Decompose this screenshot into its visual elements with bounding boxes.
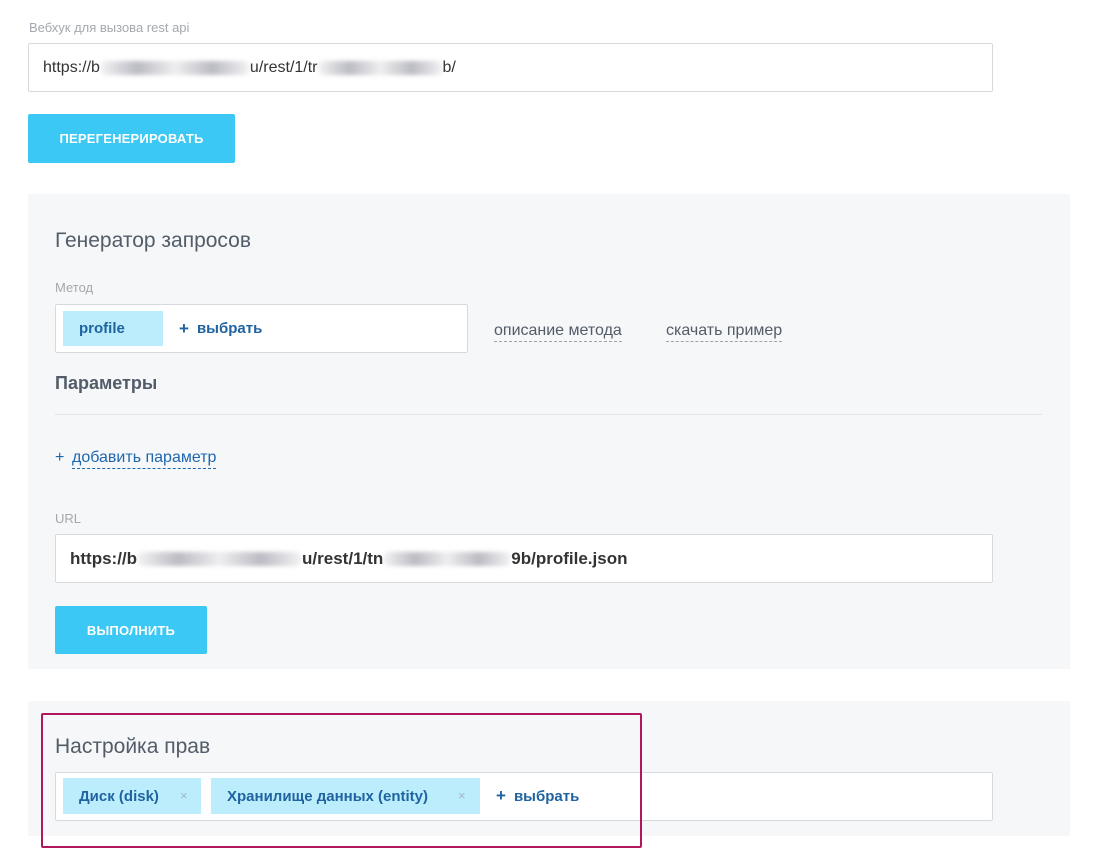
redacted-blur	[383, 551, 512, 566]
webhook-url-suffix: b/	[442, 58, 456, 76]
method-description-link[interactable]: описание метода	[494, 321, 622, 342]
method-tag-label: profile	[79, 320, 125, 337]
regenerate-button[interactable]: ПЕРЕГЕНЕРИРОВАТЬ	[28, 114, 235, 163]
request-url-mid: u/rest/1/tn	[302, 548, 384, 568]
method-pick-button[interactable]: + выбрать	[179, 311, 262, 346]
request-url-suffix: 9b/profile.json	[511, 548, 628, 568]
method-tag[interactable]: profile	[63, 311, 163, 346]
redacted-blur	[137, 551, 303, 566]
add-param-link[interactable]: добавить параметр	[72, 448, 217, 469]
add-param-plus-icon: +	[55, 449, 65, 466]
divider	[55, 414, 1042, 415]
webhook-url-prefix: https://b	[43, 58, 100, 76]
request-url-field[interactable]: https://b u/rest/1/tn 9b/profile.json	[55, 534, 993, 583]
download-example-link[interactable]: скачать пример	[666, 321, 783, 342]
generator-title: Генератор запросов	[55, 229, 252, 252]
webhook-url-mid: u/rest/1/tr	[249, 58, 318, 76]
webhook-url-field[interactable]: https://b u/rest/1/tr b/	[28, 43, 993, 92]
method-field[interactable]: profile + выбрать	[55, 304, 468, 353]
request-generator-panel	[28, 194, 1070, 669]
request-url-prefix: https://b	[70, 548, 138, 568]
params-title: Параметры	[55, 373, 158, 393]
redacted-blur	[99, 60, 250, 75]
webhook-label: Вебхук для вызова rest api	[29, 20, 190, 35]
plus-icon: +	[179, 318, 189, 338]
method-label: Метод	[55, 280, 94, 295]
highlight-box	[41, 713, 642, 848]
method-pick-label: выбрать	[196, 320, 263, 337]
execute-button[interactable]: ВЫПОЛНИТЬ	[55, 606, 207, 654]
url-label: URL	[55, 511, 82, 526]
redacted-blur	[317, 60, 443, 75]
